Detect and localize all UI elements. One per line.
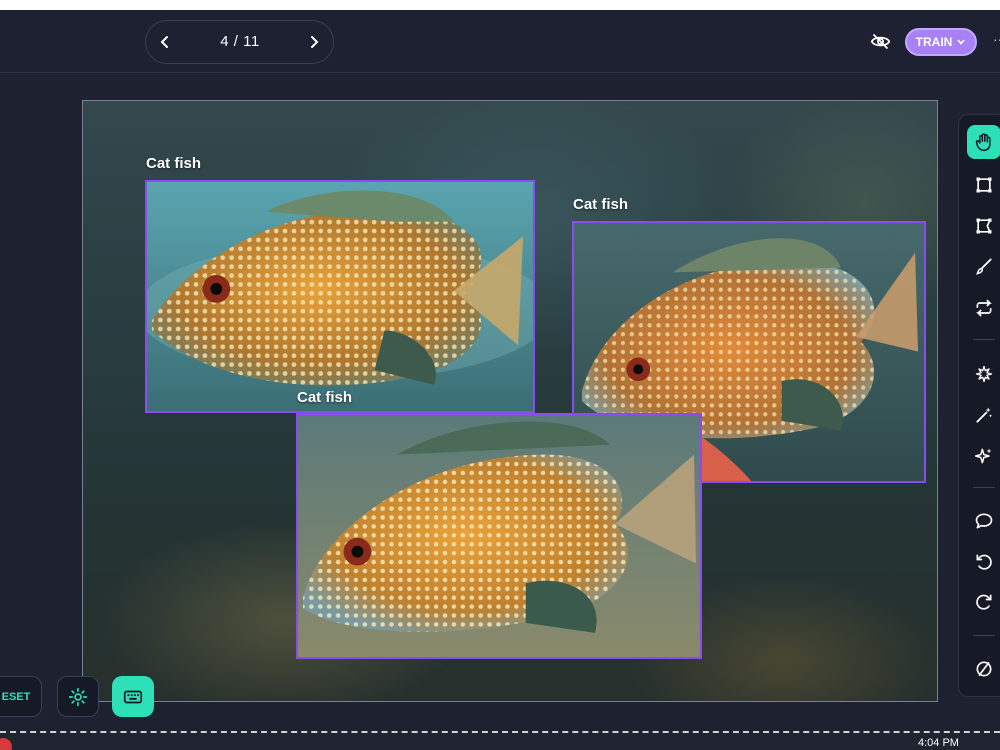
toolbar-divider (973, 487, 995, 488)
keyboard-shortcuts-button[interactable] (112, 676, 154, 717)
annotation-label: Cat fish (297, 389, 353, 406)
undo-button[interactable] (967, 545, 1000, 579)
window-top-strip (0, 0, 1000, 10)
magic-wand-tool[interactable] (967, 398, 1000, 432)
clear-icon (976, 661, 992, 677)
convert-tool[interactable] (967, 291, 1000, 325)
brush-tool[interactable] (967, 250, 1000, 284)
bounding-box-icon (976, 177, 992, 193)
comment-icon (975, 513, 993, 529)
polygon-icon (976, 218, 992, 234)
brightness-icon (68, 687, 88, 706)
sparkle-icon (974, 448, 992, 464)
undo-icon (976, 554, 992, 570)
annotation-toolbar (958, 114, 1000, 697)
chevron-down-icon (957, 39, 965, 45)
train-button[interactable]: TRAIN (905, 28, 977, 56)
magic-wand-icon (976, 407, 993, 423)
bounding-box[interactable] (296, 413, 702, 659)
auto-segment-icon (975, 365, 993, 383)
eye-off-icon[interactable] (870, 31, 891, 52)
clear-button[interactable] (967, 652, 1000, 686)
hand-icon (975, 133, 991, 152)
fish-image (147, 182, 533, 411)
more-menu-icon[interactable]: ··· (993, 31, 1000, 51)
image-pager: 4 / 11 (145, 20, 334, 64)
keyboard-icon (123, 690, 143, 703)
brightness-button[interactable] (57, 676, 99, 717)
polygon-tool[interactable] (967, 209, 1000, 243)
comment-tool[interactable] (967, 504, 1000, 538)
image-canvas[interactable]: Cat fish Cat fish Cat fish (82, 100, 938, 702)
toolbar-divider (973, 339, 995, 340)
auto-segment-tool[interactable] (967, 357, 1000, 391)
chevron-right-icon[interactable] (304, 32, 324, 52)
sparkle-tool[interactable] (967, 439, 1000, 473)
hand-tool[interactable] (967, 125, 1000, 159)
brush-icon (976, 258, 992, 275)
annotation-label: Cat fish (573, 196, 629, 213)
redo-icon (976, 594, 992, 610)
os-taskbar (0, 731, 1000, 750)
chevron-left-icon[interactable] (155, 32, 175, 52)
bounding-box[interactable] (145, 180, 535, 413)
reset-button[interactable]: ESET (0, 676, 42, 717)
image-counter: 4 / 11 (220, 33, 260, 50)
annotation-label: Cat fish (146, 155, 202, 172)
train-label: TRAIN (915, 35, 953, 49)
convert-icon (976, 299, 992, 317)
bounding-box-tool[interactable] (967, 168, 1000, 202)
toolbar-divider (973, 635, 995, 636)
taskbar-clock: 4:04 PM (918, 737, 959, 749)
redo-button[interactable] (967, 585, 1000, 619)
fish-image (298, 415, 700, 657)
